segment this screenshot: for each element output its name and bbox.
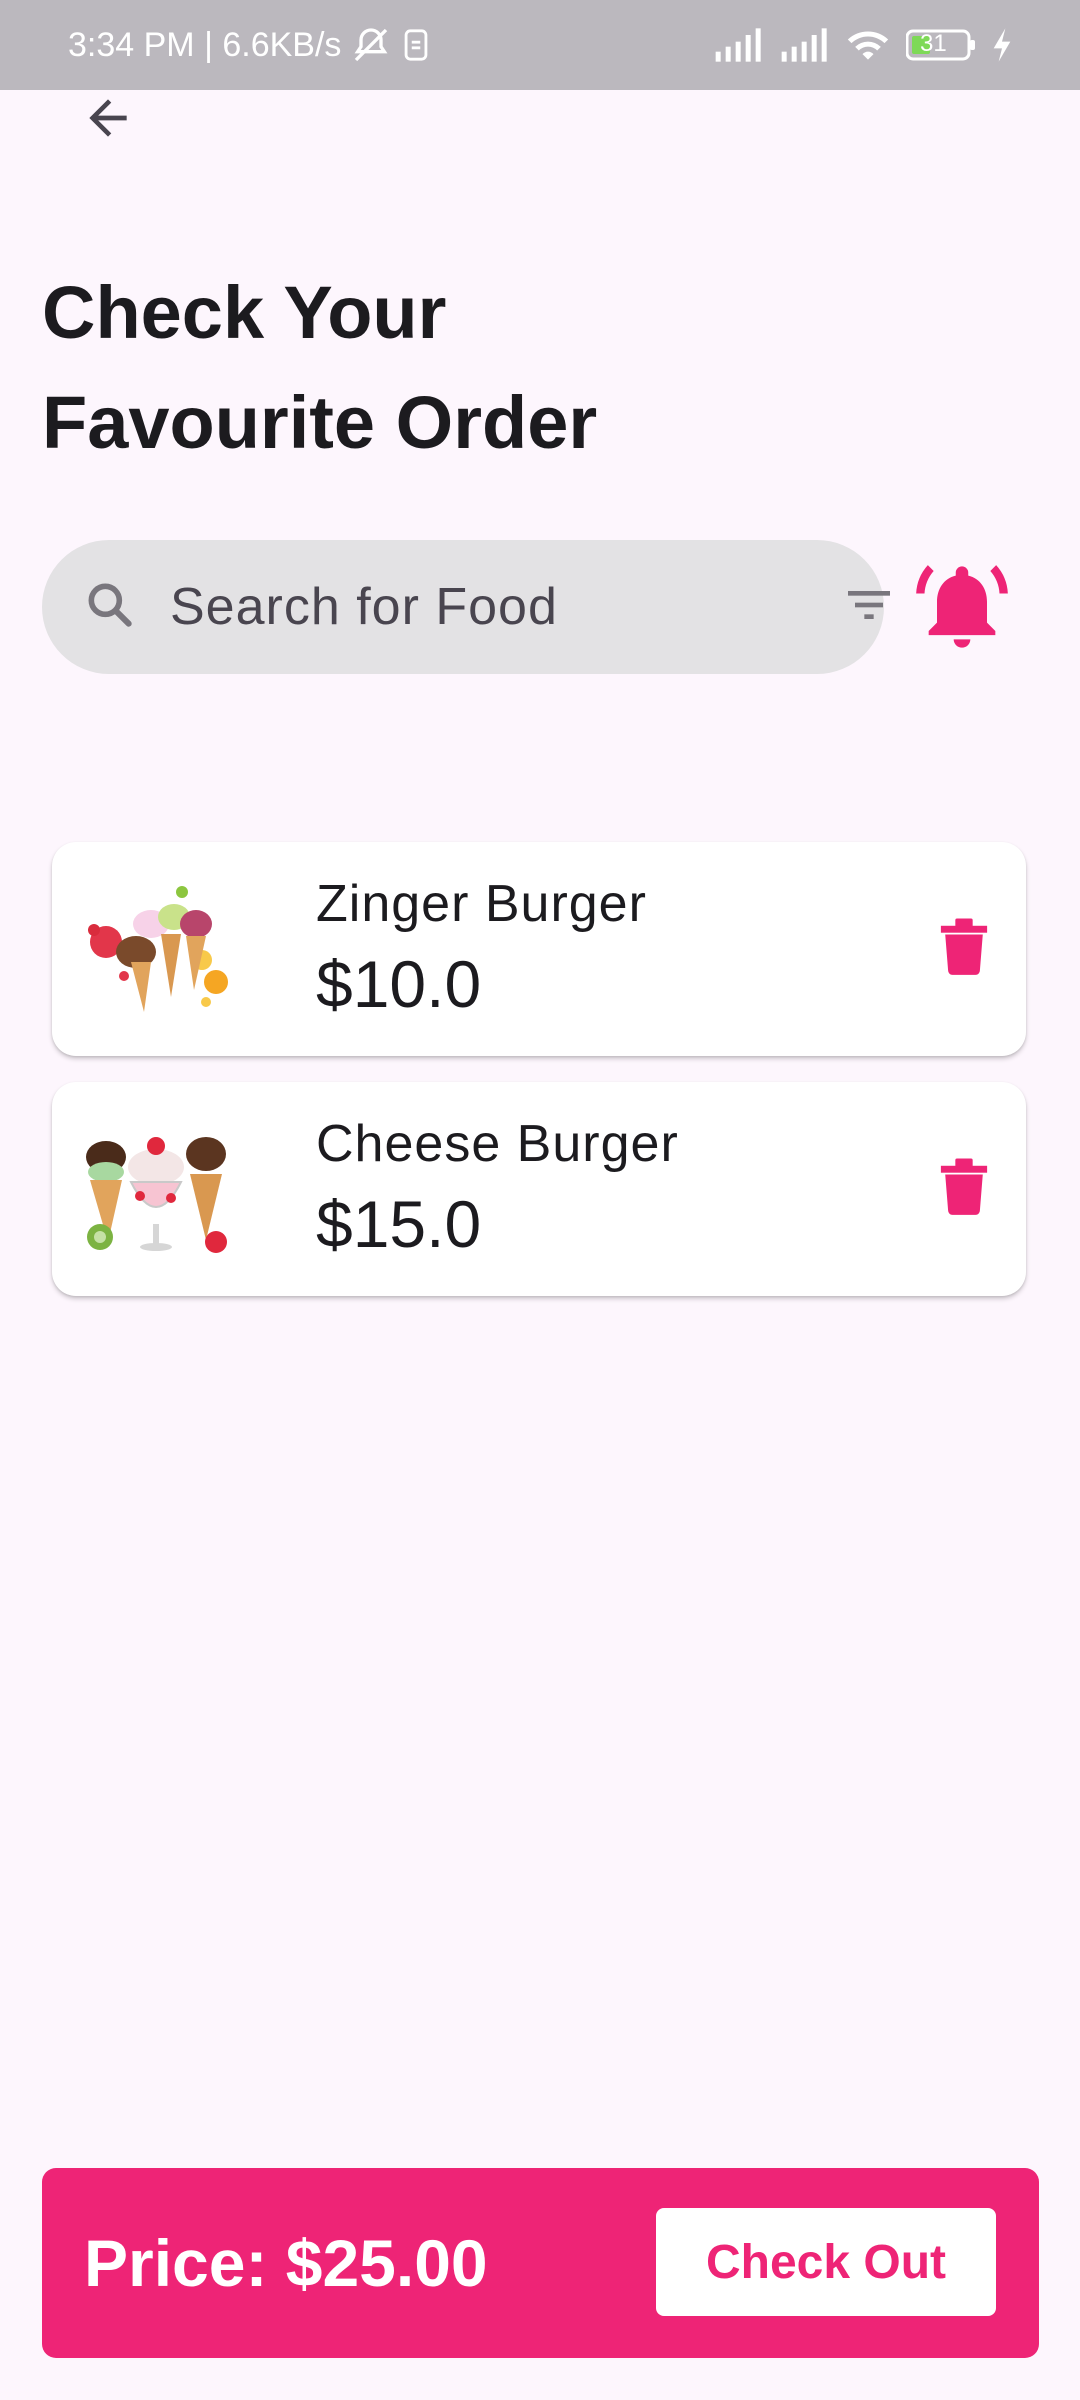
battery-icon: 31 [906,29,976,61]
total-price: Price: $25.00 [84,2226,488,2300]
trash-icon [938,917,990,980]
notification-button[interactable] [912,558,1012,658]
checkout-button[interactable]: Check Out [656,2208,996,2316]
ice-cream-sundae-image [76,1112,236,1262]
arrow-left-icon [80,90,136,151]
charging-icon [992,28,1012,62]
ice-cream-cones-image [76,872,236,1022]
sim-icon [401,28,431,62]
signal-icon-2 [780,28,830,62]
order-price: $10.0 [316,947,482,1021]
checkout-bar: Price: $25.00 Check Out [42,2168,1039,2358]
bell-icon [912,556,1012,661]
search-icon [82,577,138,638]
order-name: Cheese Burger [316,1115,679,1173]
back-button[interactable] [72,90,144,150]
status-time-speed: 3:34 PM | 6.6KB/s [68,25,342,64]
filter-icon[interactable] [841,577,897,638]
order-card[interactable]: Zinger Burger $10.0 [52,842,1026,1056]
search-input[interactable] [168,576,841,638]
status-bar: 3:34 PM | 6.6KB/s 31 [0,0,1080,90]
order-name: Zinger Burger [316,875,647,933]
status-left: 3:34 PM | 6.6KB/s [68,25,431,65]
order-card[interactable]: Cheese Burger $15.0 [52,1082,1026,1296]
delete-button[interactable] [932,916,996,980]
order-list: Zinger Burger $10.0 Cheese Burger $15.0 [52,842,1028,1322]
battery-level: 31 [920,30,947,57]
delete-button[interactable] [932,1156,996,1220]
page-title: Check Your Favourite Order [42,271,598,464]
status-right: 31 [714,28,1012,62]
wifi-icon [846,28,890,62]
mute-bell-icon [351,25,391,65]
trash-icon [938,1157,990,1220]
signal-icon [714,28,764,62]
search-bar[interactable] [42,540,890,674]
order-price: $15.0 [316,1187,482,1261]
